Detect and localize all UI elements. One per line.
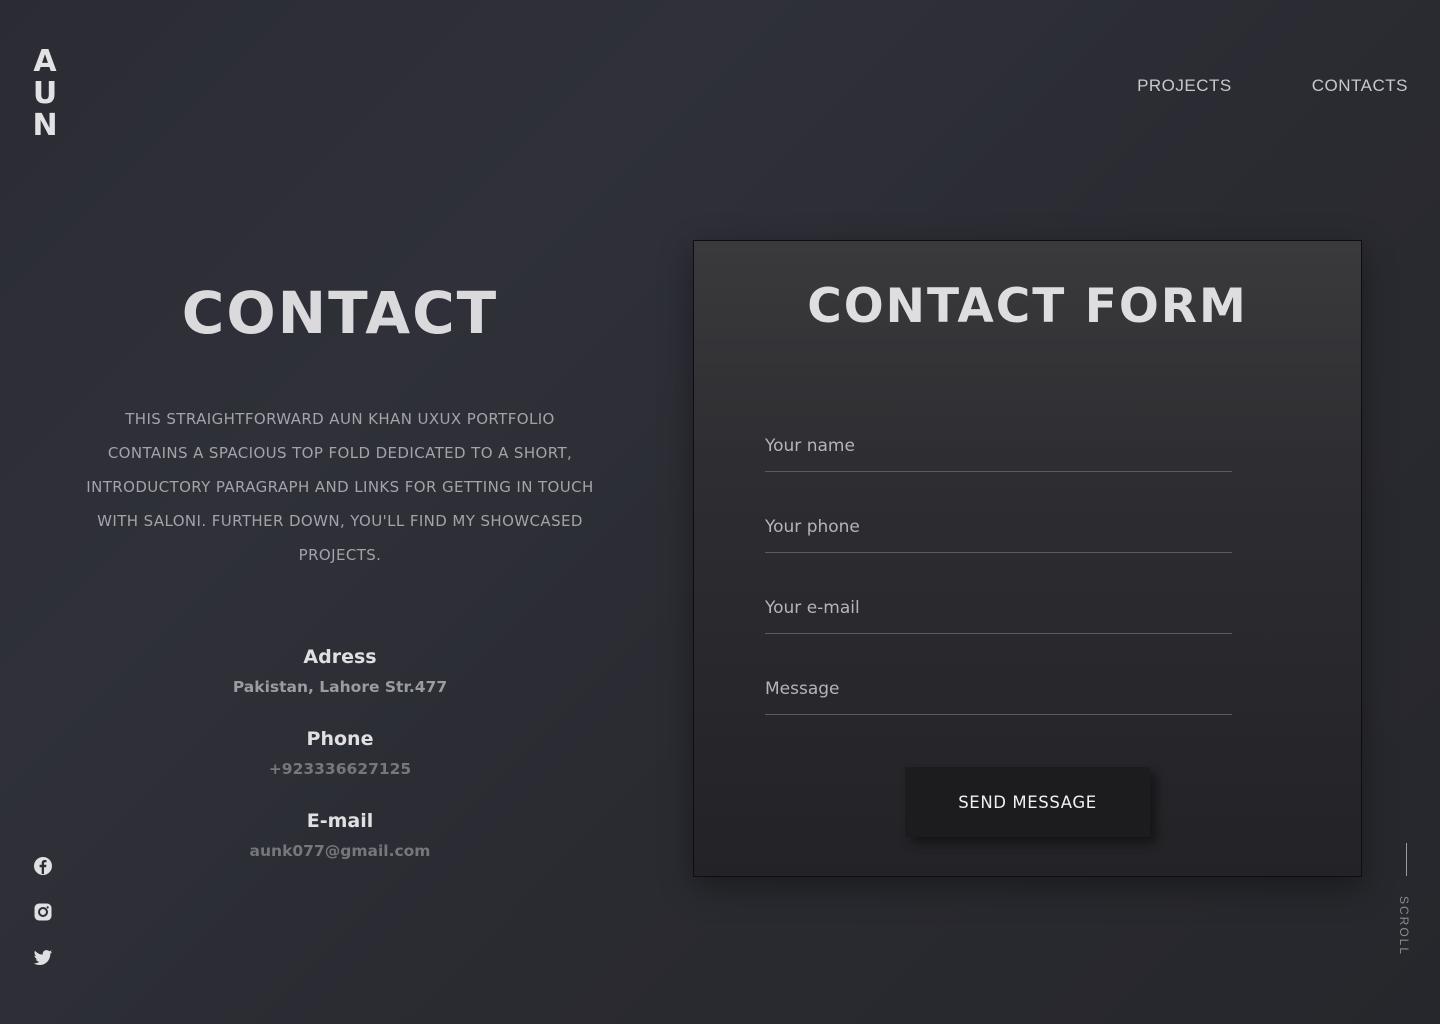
instagram-icon[interactable]: [33, 902, 53, 922]
contact-form-card: CONTACT FORM SEND MESSAGE: [693, 240, 1362, 877]
nav-contacts-link[interactable]: CONTACTS: [1312, 76, 1408, 96]
email-value[interactable]: aunk077@gmail.com: [80, 838, 600, 864]
phone-field-wrapper: [765, 502, 1232, 553]
contact-details: Adress Pakistan, Lahore Str.477 Phone +9…: [80, 644, 600, 864]
intro-paragraph: THIS STRAIGHTFORWARD AUN KHAN UXUX PORTF…: [86, 410, 594, 564]
name-field-wrapper: [765, 421, 1232, 472]
contact-title: CONTACT: [181, 279, 499, 347]
top-nav: PROJECTS CONTACTS: [1137, 76, 1408, 96]
scroll-indicator[interactable]: SCROLL: [1397, 843, 1417, 956]
phone-block: Phone +923336627125: [80, 726, 600, 782]
address-block: Adress Pakistan, Lahore Str.477: [80, 644, 600, 700]
email-field-wrapper: [765, 583, 1232, 634]
nav-projects-link[interactable]: PROJECTS: [1137, 76, 1232, 96]
contact-info-section: CONTACT THIS STRAIGHTFORWARD AUN KHAN UX…: [80, 270, 600, 890]
phone-label: Phone: [306, 728, 374, 750]
send-message-button[interactable]: SEND MESSAGE: [905, 767, 1150, 837]
form-title: CONTACT FORM: [807, 279, 1248, 334]
logo-letter-a: A: [33, 44, 57, 79]
logo[interactable]: A U N: [32, 46, 58, 142]
facebook-icon[interactable]: [33, 856, 53, 876]
email-input[interactable]: [765, 583, 1232, 633]
logo-letter-u: U: [32, 76, 58, 111]
address-value: Pakistan, Lahore Str.477: [232, 678, 448, 696]
address-label: Adress: [303, 646, 377, 668]
logo-letter-n: N: [32, 108, 58, 143]
email-block: E-mail aunk077@gmail.com: [80, 808, 600, 864]
message-field-wrapper: [765, 664, 1232, 715]
phone-input[interactable]: [765, 502, 1232, 552]
social-links: [33, 856, 53, 968]
phone-value[interactable]: +923336627125: [80, 756, 600, 782]
name-input[interactable]: [765, 421, 1232, 471]
scroll-label: SCROLL: [1397, 896, 1411, 957]
email-label: E-mail: [306, 810, 374, 832]
scroll-line: [1406, 843, 1407, 876]
message-input[interactable]: [765, 664, 1232, 714]
twitter-icon[interactable]: [33, 948, 53, 968]
